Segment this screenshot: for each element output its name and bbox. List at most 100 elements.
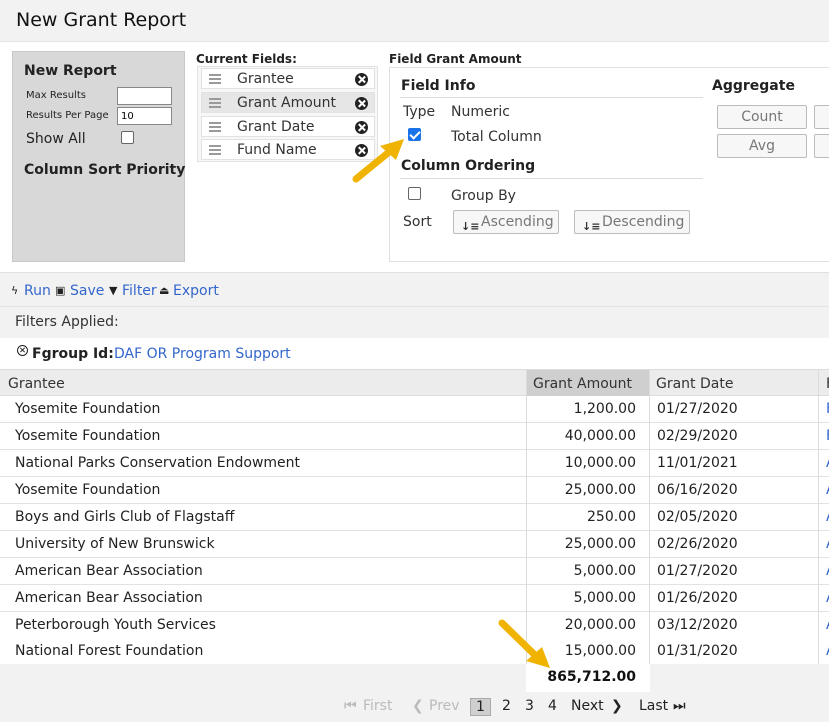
table-row: Yosemite Foundation 40,000.00 02/29/2020… xyxy=(0,423,829,450)
save-link[interactable]: Save xyxy=(70,283,104,299)
sort-ascending-button[interactable]: ↓≡ Ascending xyxy=(453,210,559,234)
report-toolbar: ϟ Run ▣ Save ▼ Filter ⏏ Export xyxy=(0,272,829,306)
column-header-grant-amount[interactable]: Grant Amount xyxy=(533,376,632,392)
group-by-checkbox[interactable] xyxy=(408,187,421,200)
cell-grant-amount: 1,200.00 xyxy=(573,401,636,417)
cell-grant-amount: 5,000.00 xyxy=(573,590,636,606)
cell-grant-date: 02/29/2020 xyxy=(657,428,738,444)
cell-grant-date: 01/27/2020 xyxy=(657,401,738,417)
remove-icon[interactable] xyxy=(355,97,368,110)
drag-handle-icon[interactable] xyxy=(209,74,221,84)
column-header-grant-date[interactable]: Grant Date xyxy=(656,376,733,392)
cell-grantee: American Bear Association xyxy=(15,590,203,606)
field-info-title: Field Info xyxy=(401,78,476,94)
count-button[interactable]: Count xyxy=(717,105,807,129)
field-item-fund-name[interactable]: Fund Name xyxy=(201,139,375,160)
field-item-grantee[interactable]: Grantee xyxy=(201,68,375,89)
group-by-label: Group By xyxy=(451,188,516,204)
total-column-label: Total Column xyxy=(451,129,542,145)
table-row: University of New Brunswick 25,000.00 02… xyxy=(0,531,829,558)
fgroup-label: Fgroup Id: xyxy=(32,346,114,362)
save-icon: ▣ xyxy=(55,284,66,297)
results-per-page-input[interactable] xyxy=(117,107,172,125)
avg-button[interactable]: Avg xyxy=(717,134,807,158)
table-row: Yosemite Foundation 25,000.00 06/16/2020… xyxy=(0,477,829,504)
column-header-grantee[interactable]: Grantee xyxy=(8,376,65,392)
show-all-checkbox[interactable] xyxy=(121,131,134,144)
pager-last[interactable]: Last xyxy=(639,698,668,714)
pager-page-2[interactable]: 2 xyxy=(502,698,511,714)
cell-grant-date: 01/31/2020 xyxy=(657,643,738,659)
filters-bar xyxy=(0,306,829,338)
aggregate-title: Aggregate xyxy=(712,78,795,94)
table-row: National Forest Foundation 15,000.00 01/… xyxy=(0,638,829,665)
cell-grant-amount: 25,000.00 xyxy=(564,536,636,552)
max-results-input[interactable] xyxy=(117,87,172,105)
table-row: Yosemite Foundation 1,200.00 01/27/2020 … xyxy=(0,396,829,423)
export-icon: ⏏ xyxy=(159,284,170,297)
type-label: Type xyxy=(403,104,436,120)
cell-grant-date: 01/27/2020 xyxy=(657,563,738,579)
field-item-label: Grant Date xyxy=(237,119,315,135)
pager-prev[interactable]: Prev xyxy=(429,698,460,714)
run-link[interactable]: Run xyxy=(24,283,51,299)
field-panel-title: Field Grant Amount xyxy=(389,52,522,66)
pager-next-icon[interactable]: ❯ xyxy=(611,698,623,714)
remove-icon[interactable] xyxy=(355,73,368,86)
annotation-arrow-icon xyxy=(352,139,404,183)
cell-grant-amount: 250.00 xyxy=(587,509,636,525)
drag-handle-icon[interactable] xyxy=(209,122,221,132)
pager-first-icon: ⏮ xyxy=(344,698,357,714)
sort-priority-label: Column Sort Priority xyxy=(24,162,186,178)
export-link[interactable]: Export xyxy=(173,283,219,299)
filter-icon: ▼ xyxy=(109,284,118,297)
field-item-label: Grant Amount xyxy=(237,95,337,111)
remove-filter-icon[interactable] xyxy=(17,345,28,356)
table-row: Boys and Girls Club of Flagstaff 250.00 … xyxy=(0,504,829,531)
cell-grantee: University of New Brunswick xyxy=(15,536,215,552)
filters-applied-label: Filters Applied: xyxy=(15,314,119,330)
cell-grant-date: 01/26/2020 xyxy=(657,590,738,606)
pager-first[interactable]: First xyxy=(363,698,392,714)
cell-grant-amount: 10,000.00 xyxy=(564,455,636,471)
pager-next[interactable]: Next xyxy=(571,698,604,714)
field-item-label: Grantee xyxy=(237,71,294,87)
descending-label: Descending xyxy=(602,214,685,230)
pager-page-3[interactable]: 3 xyxy=(525,698,534,714)
pager-page-1[interactable]: 1 xyxy=(470,698,491,716)
field-item-label: Fund Name xyxy=(237,142,317,158)
filter-link[interactable]: Filter xyxy=(122,283,157,299)
table-row: National Parks Conservation Endowment 10… xyxy=(0,450,829,477)
aggregate-button[interactable] xyxy=(814,134,829,158)
run-icon: ϟ xyxy=(11,284,19,297)
show-all-label: Show All xyxy=(26,131,86,147)
cell-grant-amount: 40,000.00 xyxy=(564,428,636,444)
field-item-grant-amount[interactable]: Grant Amount xyxy=(201,92,375,113)
cell-grant-amount: 5,000.00 xyxy=(573,563,636,579)
column-divider xyxy=(649,369,650,664)
sort-descending-button[interactable]: ↓≡ Descending xyxy=(574,210,690,234)
fgroup-value-link[interactable]: DAF OR Program Support xyxy=(114,346,291,362)
cell-grantee: Yosemite Foundation xyxy=(15,428,161,444)
sort-ascending-icon: ↓≡ xyxy=(461,220,480,233)
pager-page-4[interactable]: 4 xyxy=(548,698,557,714)
cell-grantee: Boys and Girls Club of Flagstaff xyxy=(15,509,235,525)
divider xyxy=(400,97,703,98)
cell-grantee: American Bear Association xyxy=(15,563,203,579)
pager-last-icon[interactable]: ⏭ xyxy=(673,698,686,714)
sort-descending-icon: ↓≡ xyxy=(582,220,601,233)
ascending-label: Ascending xyxy=(481,214,554,230)
current-fields-title: Current Fields: xyxy=(196,52,297,66)
cell-grantee: Yosemite Foundation xyxy=(15,401,161,417)
column-divider xyxy=(818,369,819,664)
aggregate-button[interactable] xyxy=(814,105,829,129)
field-item-grant-date[interactable]: Grant Date xyxy=(201,116,375,137)
drag-handle-icon[interactable] xyxy=(209,98,221,108)
remove-icon[interactable] xyxy=(355,121,368,134)
column-ordering-title: Column Ordering xyxy=(401,158,536,174)
drag-handle-icon[interactable] xyxy=(209,145,221,155)
cell-grant-date: 06/16/2020 xyxy=(657,482,738,498)
cell-grantee: National Forest Foundation xyxy=(15,643,204,659)
report-settings-panel xyxy=(12,51,185,262)
cell-grantee: Peterborough Youth Services xyxy=(15,617,216,633)
